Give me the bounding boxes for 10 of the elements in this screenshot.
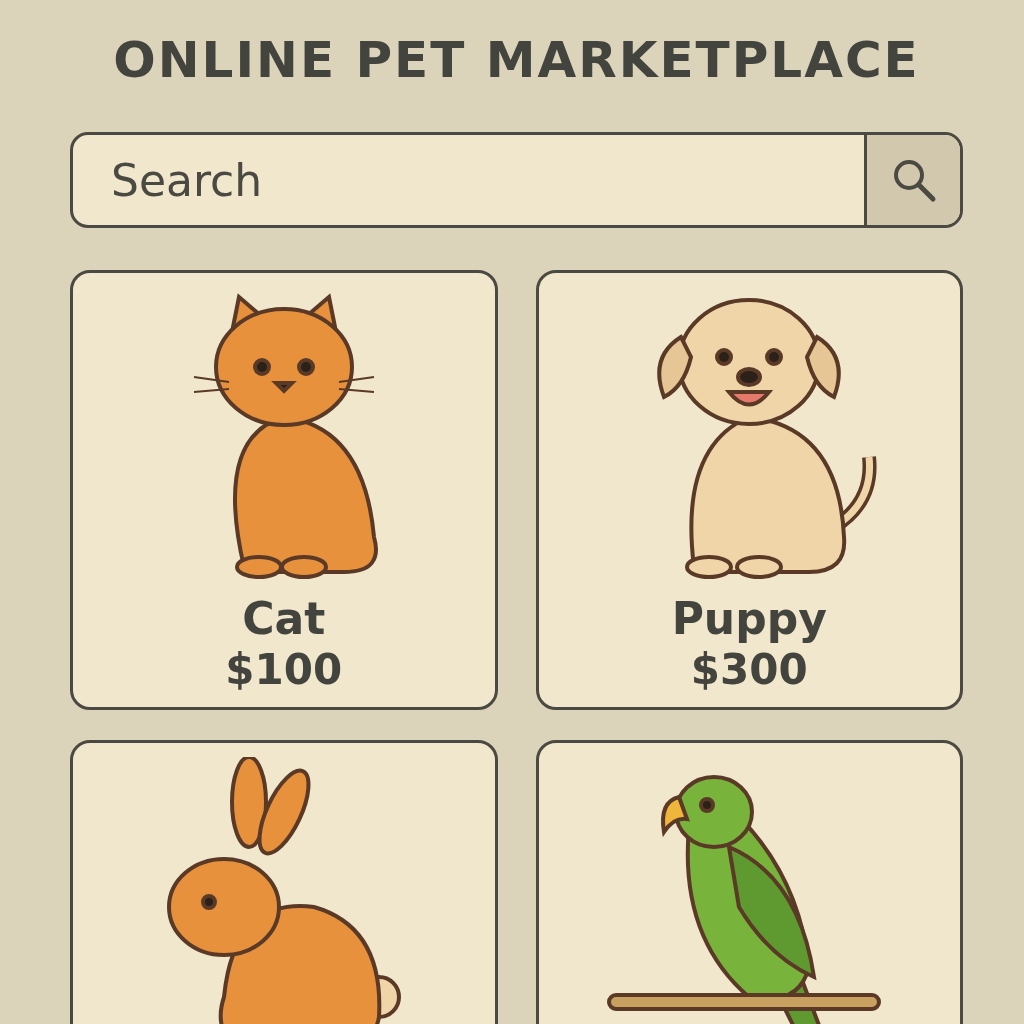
page-title: ONLINE PET MARKETPLACE	[112, 30, 921, 90]
search-button[interactable]	[864, 135, 960, 225]
search-bar[interactable]: Search	[70, 132, 963, 228]
pet-price: $300	[690, 645, 808, 695]
pet-price: $100	[225, 645, 343, 695]
pet-name: Cat	[242, 593, 326, 645]
pet-card[interactable]: Puppy $300	[535, 270, 963, 710]
search-field[interactable]: Search	[73, 135, 864, 225]
pet-card[interactable]: Cat $100	[70, 270, 498, 710]
pet-name: Puppy	[671, 593, 827, 645]
